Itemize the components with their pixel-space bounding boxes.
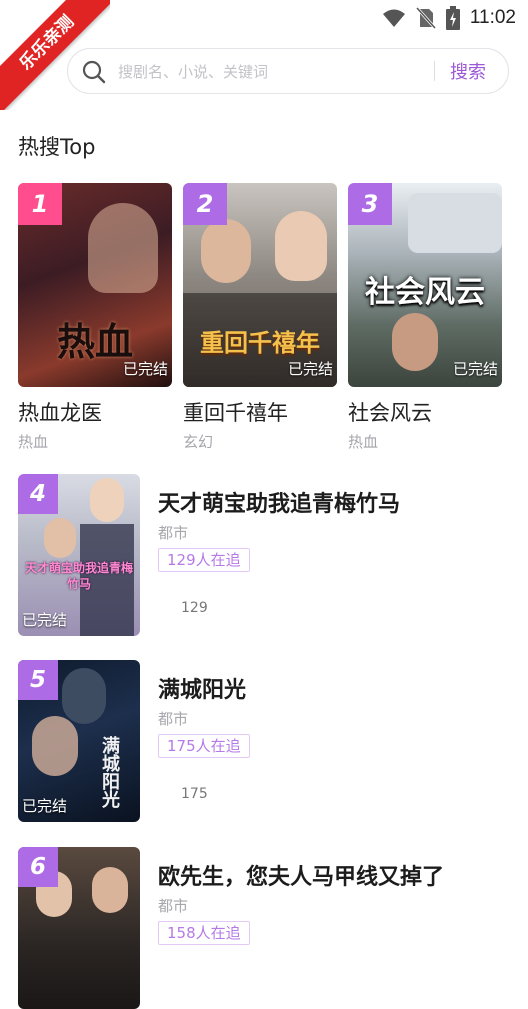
promo-ribbon-label: 乐乐亲测 <box>0 0 110 110</box>
cover-title-art: 天才萌宝助我追青梅竹马 <box>24 561 133 591</box>
row-title: 天才萌宝助我追青梅竹马 <box>158 492 401 517</box>
rank-badge: 1 <box>18 183 62 225</box>
rank-badge: 4 <box>18 474 58 514</box>
card-genre: 玄幻 <box>183 433 214 451</box>
chasing-badge: 129人在追 <box>158 548 250 572</box>
status-time: 11:02 <box>469 7 516 28</box>
card-title: 热血龙医 <box>18 401 102 425</box>
row-title: 满城阳光 <box>158 678 247 703</box>
search-button[interactable]: 搜索 <box>450 58 486 84</box>
search-bar: 搜索 <box>67 48 509 94</box>
no-sim-icon <box>415 7 436 29</box>
status-badge: 已完结 <box>287 360 333 378</box>
cover-image: 热血 1 已完结 <box>18 183 172 387</box>
rank-badge: 5 <box>18 660 58 700</box>
status-badge: 已完结 <box>452 360 498 378</box>
cover-image: 重回千禧年 2 已完结 <box>183 183 337 387</box>
row-genre: 都市 <box>158 710 189 728</box>
row-genre: 都市 <box>158 897 189 915</box>
rank-badge: 6 <box>18 847 58 887</box>
status-badge: 已完结 <box>22 797 68 815</box>
wifi-icon <box>382 9 405 27</box>
list-item-6[interactable]: 6 欧先生，您夫人马甲线又掉了 都市 158人在追 <box>18 847 518 1009</box>
cover-title-art: 满城阳光 <box>99 736 120 808</box>
cover-image: 满城阳光 5 已完结 <box>18 660 140 822</box>
rank-badge: 2 <box>183 183 227 225</box>
cover-title-art: 重回千禧年 <box>200 329 320 357</box>
top-card-2[interactable]: 重回千禧年 2 已完结 重回千禧年 玄幻 <box>183 183 337 452</box>
card-genre: 热血 <box>348 433 379 451</box>
card-genre: 热血 <box>18 433 49 451</box>
search-divider <box>434 61 435 81</box>
follower-count: 175 <box>181 786 208 802</box>
row-genre: 都市 <box>158 524 189 542</box>
list-item-5[interactable]: 满城阳光 5 已完结 满城阳光 都市 175人在追 175 <box>18 660 518 822</box>
rank-badge: 3 <box>348 183 392 225</box>
promo-ribbon: 乐乐亲测 <box>0 0 110 110</box>
cover-title-art: 社会风云 <box>365 275 485 310</box>
card-title: 重回千禧年 <box>183 401 288 425</box>
section-title: 热搜Top <box>18 135 96 159</box>
card-title: 社会风云 <box>348 401 432 425</box>
cover-image: 6 <box>18 847 140 1009</box>
cover-image: 天才萌宝助我追青梅竹马 4 已完结 <box>18 474 140 636</box>
battery-charging-icon <box>445 6 460 30</box>
row-title: 欧先生，您夫人马甲线又掉了 <box>158 865 445 890</box>
chasing-badge: 158人在追 <box>158 921 250 945</box>
chasing-badge: 175人在追 <box>158 734 250 758</box>
list-item-4[interactable]: 天才萌宝助我追青梅竹马 4 已完结 天才萌宝助我追青梅竹马 都市 129人在追 … <box>18 474 518 636</box>
status-badge: 已完结 <box>22 611 68 629</box>
search-input[interactable] <box>116 59 420 85</box>
status-badge: 已完结 <box>122 360 168 378</box>
cover-image: 社会风云 3 已完结 <box>348 183 502 387</box>
top-card-3[interactable]: 社会风云 3 已完结 社会风云 热血 <box>348 183 502 452</box>
follower-count: 129 <box>181 600 208 616</box>
top-card-1[interactable]: 热血 1 已完结 热血龙医 热血 <box>18 183 172 452</box>
